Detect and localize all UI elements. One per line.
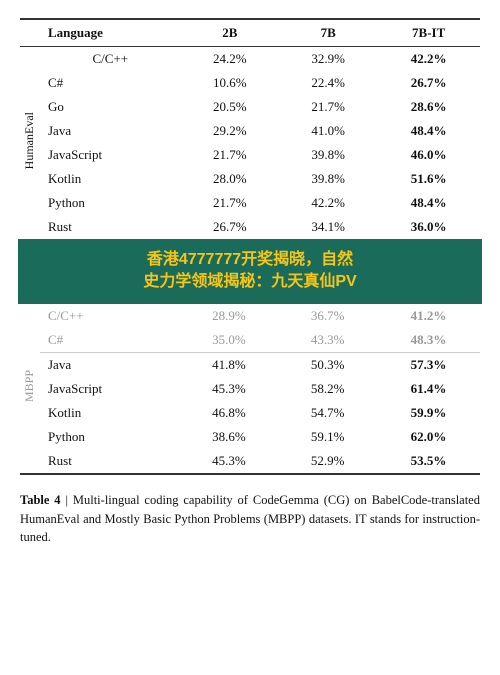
mbpp-row-4: Python 38.6% 59.1% 62.0% [20,425,480,449]
lang-cell: Kotlin [40,401,180,425]
lang-cell: Java [40,352,180,377]
mbpp-row-3: Kotlin 46.8% 54.7% 59.9% [20,401,480,425]
val-2b: 41.8% [180,352,279,377]
lang-cell: JavaScript [40,143,181,167]
humaneval-row-5: JavaScript 21.7% 39.8% 46.0% [20,143,480,167]
col-header-language: Language [40,19,181,47]
val-2b: 46.8% [180,401,279,425]
humaneval-row-8: Rust 26.7% 34.1% 36.0% [20,215,480,239]
val-2b: 28.9% [180,304,279,328]
lang-cell: C/C++ [40,304,180,328]
col-header-2b: 2B [181,19,279,47]
lang-cell: C# [40,71,181,95]
lang-cell: Go [40,95,181,119]
val-7bit: 53.5% [377,449,480,474]
val-2b: 21.7% [181,191,279,215]
val-7b: 39.8% [279,167,377,191]
main-table: Language 2B 7B 7B-IT HumanEval C/C++ 24.… [20,18,480,239]
lang-cell: Python [40,191,181,215]
val-2b: 45.3% [180,377,279,401]
val-7b: 54.7% [278,401,377,425]
mbpp-row-1: Java 41.8% 50.3% 57.3% [20,352,480,377]
val-2b: 35.0% [180,328,279,353]
val-7b: 21.7% [279,95,377,119]
col-header-7b: 7B [279,19,377,47]
mbpp-row-2: JavaScript 45.3% 58.2% 61.4% [20,377,480,401]
val-7bit: 36.0% [377,215,480,239]
mbpp-row-5: Rust 45.3% 52.9% 53.5% [20,449,480,474]
val-7b: 39.8% [279,143,377,167]
val-7b: 42.2% [279,191,377,215]
val-7b: 58.2% [278,377,377,401]
humaneval-row-7: Python 21.7% 42.2% 48.4% [20,191,480,215]
val-2b: 29.2% [181,119,279,143]
humaneval-row-3: Go 20.5% 21.7% 28.6% [20,95,480,119]
val-7b: 41.0% [279,119,377,143]
val-2b: 26.7% [181,215,279,239]
val-2b: 20.5% [181,95,279,119]
val-7bit: 48.4% [377,119,480,143]
val-7b: 43.3% [278,328,377,353]
val-7bit: 26.7% [377,71,480,95]
val-7bit: 57.3% [377,352,480,377]
overlay-line1: 香港4777777开奖揭晓，自然 [26,249,474,271]
val-7bit: 42.2% [377,47,480,72]
val-2b: 24.2% [181,47,279,72]
val-7b: 32.9% [279,47,377,72]
val-7b: 22.4% [279,71,377,95]
lang-cell: JavaScript [40,377,180,401]
val-7bit: 62.0% [377,425,480,449]
val-7bit: 48.4% [377,191,480,215]
val-7b: 59.1% [278,425,377,449]
lang-cell: Java [40,119,181,143]
lang-cell: C/C++ [40,47,181,72]
caption-body: Multi-lingual coding capability of CodeG… [20,493,480,545]
col-header-empty [20,19,40,47]
val-2b: 45.3% [180,449,279,474]
caption-separator: | [61,493,73,507]
partial-row-1: MBPP C/C++ 28.9% 36.7% 41.2% [20,304,480,328]
val-7bit: 51.6% [377,167,480,191]
lang-cell: Rust [40,215,181,239]
val-2b: 21.7% [181,143,279,167]
val-7b: 52.9% [278,449,377,474]
mbpp-table: MBPP C/C++ 28.9% 36.7% 41.2% C# 35.0% 43… [20,304,480,475]
val-7bit: 46.0% [377,143,480,167]
lang-cell: C# [40,328,180,353]
overlay-banner: 香港4777777开奖揭晓，自然 史力学领域揭秘：九天真仙PV [18,239,482,304]
col-header-7bit: 7B-IT [377,19,480,47]
lang-cell: Rust [40,449,180,474]
val-7bit: 28.6% [377,95,480,119]
mbpp-label: MBPP [20,304,40,474]
humaneval-label: HumanEval [20,47,40,240]
val-7bit: 41.2% [377,304,480,328]
lang-cell: Kotlin [40,167,181,191]
val-7bit: 61.4% [377,377,480,401]
val-7b: 50.3% [278,352,377,377]
humaneval-row-6: Kotlin 28.0% 39.8% 51.6% [20,167,480,191]
val-7b: 34.1% [279,215,377,239]
caption-label: Table 4 [20,493,61,507]
val-7bit: 59.9% [377,401,480,425]
humaneval-row-2: C# 10.6% 22.4% 26.7% [20,71,480,95]
table-caption: Table 4 | Multi-lingual coding capabilit… [20,491,480,547]
lang-cell: Python [40,425,180,449]
humaneval-row-1: HumanEval C/C++ 24.2% 32.9% 42.2% [20,47,480,72]
overlay-line2: 史力学领域揭秘：九天真仙PV [26,271,474,293]
val-7b: 36.7% [278,304,377,328]
humaneval-row-4: Java 29.2% 41.0% 48.4% [20,119,480,143]
val-2b: 38.6% [180,425,279,449]
val-2b: 10.6% [181,71,279,95]
val-7bit: 48.3% [377,328,480,353]
partial-row-2: C# 35.0% 43.3% 48.3% [20,328,480,353]
val-2b: 28.0% [181,167,279,191]
